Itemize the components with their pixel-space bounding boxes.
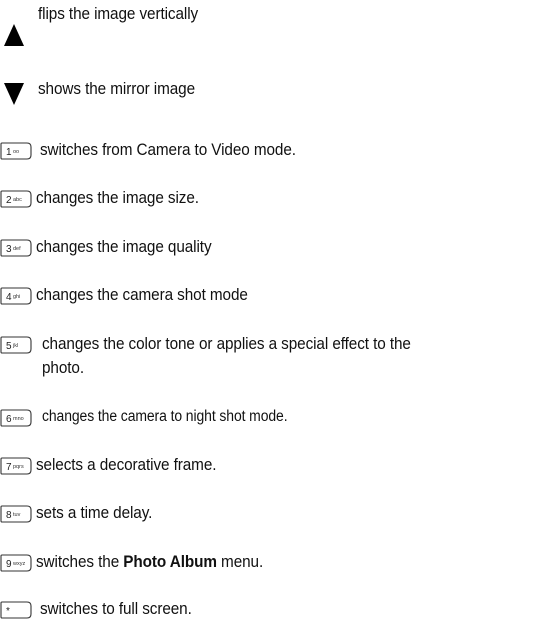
item-text: selects a decorative frame.	[36, 455, 217, 474]
list-item: 9 wxyz switches the Photo Album menu.	[0, 550, 288, 574]
svg-text:oo: oo	[13, 149, 19, 155]
up-arrow-icon	[4, 24, 24, 46]
svg-text:6: 6	[6, 414, 12, 425]
item-text: changes the color tone or applies a spec…	[42, 334, 411, 377]
key-3-icon: 3 def	[0, 239, 32, 257]
key-2-icon: 2 abc	[0, 190, 32, 208]
svg-text:ghi: ghi	[13, 294, 20, 300]
down-arrow-icon	[4, 83, 24, 105]
svg-text:1: 1	[6, 147, 12, 158]
item-text: switches the Photo Album menu.	[36, 552, 264, 571]
list-item: shows the mirror image	[0, 77, 212, 107]
item-text: changes the camera to night shot mode.	[42, 408, 288, 425]
item-text: sets a time delay.	[36, 503, 153, 522]
item-text: switches to full screen.	[40, 599, 192, 618]
list-item: 2 abc changes the image size.	[0, 186, 217, 210]
list-item: 3 def changes the image quality	[0, 235, 231, 259]
list-item: 8 tuv sets a time delay.	[0, 501, 165, 525]
svg-text:abc: abc	[13, 197, 22, 203]
list-item: * switches to full screen.	[0, 597, 209, 621]
list-item: 1 oo switches from Camera to Video mode.	[0, 138, 324, 162]
svg-text:jkl: jkl	[12, 343, 18, 349]
item-text: changes the camera shot mode	[36, 285, 248, 304]
svg-text:7: 7	[6, 462, 12, 473]
svg-text:8: 8	[6, 510, 12, 521]
key-star-icon: *	[0, 601, 32, 619]
svg-text:2: 2	[6, 195, 12, 206]
camera-options-list: flips the image vertically shows the mir…	[0, 0, 539, 642]
item-text: changes the image quality	[36, 237, 212, 256]
key-7-icon: 7 pqrs	[0, 457, 32, 475]
item-text: switches from Camera to Video mode.	[40, 140, 296, 159]
svg-text:3: 3	[6, 244, 12, 255]
svg-text:pqrs: pqrs	[13, 464, 24, 470]
key-4-icon: 4 ghi	[0, 287, 32, 305]
svg-text:wxyz: wxyz	[12, 561, 25, 567]
svg-text:*: *	[6, 606, 10, 617]
list-item: 4 ghi changes the camera shot mode	[0, 283, 271, 307]
item-text: changes the image size.	[36, 188, 199, 207]
list-item: flips the image vertically	[0, 2, 216, 48]
svg-text:5: 5	[6, 341, 12, 352]
list-item: 7 pqrs selects a decorative frame.	[0, 453, 236, 477]
key-8-icon: 8 tuv	[0, 505, 32, 523]
item-text: flips the image vertically	[38, 4, 199, 23]
svg-text:mno: mno	[13, 416, 24, 422]
item-text: shows the mirror image	[38, 79, 196, 98]
key-9-icon: 9 wxyz	[0, 554, 32, 572]
svg-text:4: 4	[6, 292, 12, 303]
photo-album-label: Photo Album	[123, 552, 217, 571]
list-item: 5 jkl changes the color tone or applies a…	[0, 332, 482, 380]
svg-text:def: def	[13, 246, 21, 252]
list-item: 6 mno changes the camera to night shot mo…	[0, 405, 315, 429]
svg-text:9: 9	[6, 559, 12, 570]
key-1-icon: 1 oo	[0, 142, 32, 160]
key-5-icon: 5 jkl	[0, 336, 32, 354]
svg-text:tuv: tuv	[13, 512, 21, 518]
key-6-icon: 6 mno	[0, 409, 32, 427]
